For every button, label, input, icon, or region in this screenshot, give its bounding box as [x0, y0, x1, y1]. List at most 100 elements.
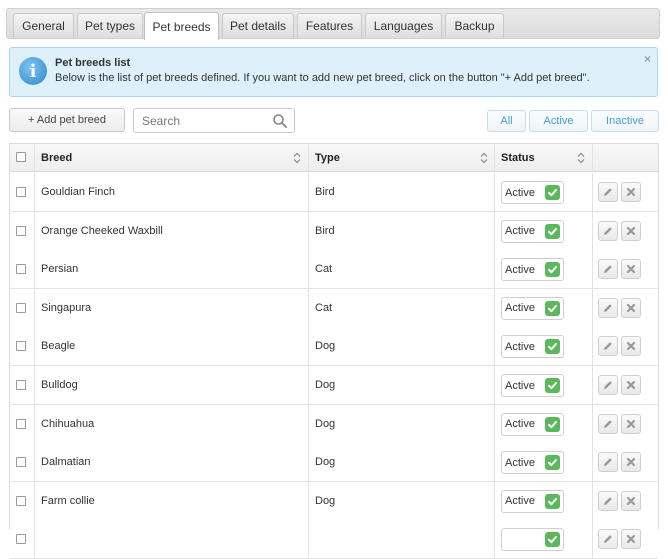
search-icon[interactable] — [272, 113, 288, 129]
status-toggle[interactable]: Active — [501, 412, 564, 436]
row-checkbox[interactable] — [16, 264, 26, 275]
status-label: Active — [505, 495, 535, 508]
edit-button[interactable] — [598, 297, 618, 318]
row-checkbox[interactable] — [16, 495, 26, 506]
table-header: Breed Type Status — [10, 144, 658, 172]
pet-type: Dog — [315, 379, 336, 391]
delete-button[interactable] — [621, 413, 641, 434]
info-box: i Pet breeds list Below is the list of p… — [9, 47, 658, 97]
tab-label: Backup — [454, 19, 495, 33]
sort-icon[interactable] — [293, 152, 301, 164]
delete-button[interactable] — [621, 182, 641, 202]
close-icon — [626, 535, 636, 544]
check-icon — [545, 378, 560, 393]
sort-icon[interactable] — [480, 152, 488, 164]
edit-button[interactable] — [598, 490, 618, 511]
pencil-icon — [604, 496, 612, 505]
status-toggle[interactable]: Active — [501, 181, 564, 204]
delete-button[interactable] — [621, 336, 641, 357]
row-checkbox[interactable] — [16, 380, 26, 390]
delete-button[interactable] — [621, 259, 641, 280]
table-row: Bulldog Dog Active — [10, 366, 658, 405]
tab-label: Pet details — [229, 19, 287, 33]
check-icon — [545, 532, 560, 548]
edit-button[interactable] — [598, 336, 618, 357]
status-toggle[interactable]: Active — [501, 451, 564, 475]
close-icon — [626, 187, 636, 197]
tab-label: Pet types — [84, 19, 136, 33]
close-icon — [626, 226, 636, 235]
select-all-checkbox[interactable] — [16, 152, 26, 162]
edit-button[interactable] — [598, 259, 618, 280]
add-pet-breed-button[interactable]: + Add pet breed — [9, 108, 125, 132]
status-toggle[interactable]: Active — [501, 335, 564, 359]
row-checkbox[interactable] — [16, 187, 26, 197]
column-header-type[interactable]: Type — [315, 144, 340, 171]
breed-name: Singapura — [41, 301, 92, 314]
column-header-status[interactable]: Status — [501, 144, 535, 171]
delete-button[interactable] — [621, 490, 641, 511]
delete-button[interactable] — [621, 375, 641, 395]
row-checkbox[interactable] — [16, 225, 26, 236]
close-icon — [626, 458, 636, 467]
filter-all-button[interactable]: All — [487, 110, 526, 132]
tab-general[interactable]: General — [13, 13, 74, 38]
tab-pet-details[interactable]: Pet details — [222, 13, 294, 38]
edit-button[interactable] — [598, 220, 618, 241]
tab-languages[interactable]: Languages — [365, 13, 442, 38]
tab-label: Languages — [373, 19, 434, 33]
close-icon[interactable]: × — [644, 52, 651, 66]
edit-button[interactable] — [598, 413, 618, 434]
table-row: Chihuahua Dog Active — [10, 404, 658, 444]
breed-name: Chihuahua — [41, 417, 95, 430]
table-row: Beagle Dog Active — [10, 327, 658, 367]
pencil-icon — [604, 342, 612, 351]
check-icon — [545, 262, 560, 278]
tab-pet-types[interactable]: Pet types — [77, 13, 143, 38]
info-title: Pet breeds list — [55, 57, 131, 69]
check-icon — [545, 339, 560, 355]
table-row: Farm collie Dog Active — [10, 481, 658, 521]
breed-name: Orange Cheeked Waxbill — [41, 224, 163, 237]
table-row: Gouldian Finch Bird Active — [10, 173, 658, 212]
column-header-breed[interactable]: Breed — [41, 144, 72, 171]
row-checkbox[interactable] — [16, 418, 26, 429]
row-checkbox[interactable] — [16, 341, 26, 352]
info-text: Below is the list of pet breeds defined.… — [55, 72, 590, 84]
pencil-icon — [604, 419, 612, 428]
table-row: Singapura Cat Active — [10, 288, 658, 328]
delete-button[interactable] — [621, 297, 641, 318]
status-label: Active — [505, 263, 535, 276]
tab-pet-breeds[interactable]: Pet breeds — [144, 12, 219, 40]
table-row — [10, 520, 658, 559]
filter-active-button[interactable]: Active — [529, 110, 588, 132]
status-toggle[interactable]: Active — [501, 296, 564, 320]
edit-button[interactable] — [598, 182, 618, 202]
tab-backup[interactable]: Backup — [445, 13, 504, 38]
status-toggle[interactable]: Active — [501, 374, 564, 397]
status-toggle[interactable] — [501, 528, 564, 552]
table-row: Dalmatian Dog Active — [10, 443, 658, 483]
status-toggle[interactable]: Active — [501, 219, 564, 243]
status-toggle[interactable]: Active — [501, 258, 564, 282]
row-checkbox[interactable] — [16, 457, 26, 468]
edit-button[interactable] — [598, 452, 618, 473]
tab-features[interactable]: Features — [297, 13, 362, 38]
edit-button[interactable] — [598, 375, 618, 395]
edit-button[interactable] — [598, 529, 618, 550]
search-input[interactable] — [140, 113, 270, 129]
pet-type: Cat — [315, 301, 333, 314]
delete-button[interactable] — [621, 529, 641, 550]
tab-label: General — [22, 19, 65, 33]
sort-icon[interactable] — [577, 152, 585, 164]
row-checkbox[interactable] — [16, 302, 26, 313]
delete-button[interactable] — [621, 452, 641, 473]
delete-button[interactable] — [621, 220, 641, 241]
pet-type: Dog — [315, 456, 336, 469]
row-checkbox[interactable] — [16, 534, 26, 545]
search-box — [133, 108, 295, 133]
filter-inactive-button[interactable]: Inactive — [591, 110, 659, 132]
pencil-icon — [604, 381, 612, 389]
table-row: Orange Cheeked Waxbill Bird Active — [10, 211, 658, 251]
status-toggle[interactable]: Active — [501, 489, 564, 513]
